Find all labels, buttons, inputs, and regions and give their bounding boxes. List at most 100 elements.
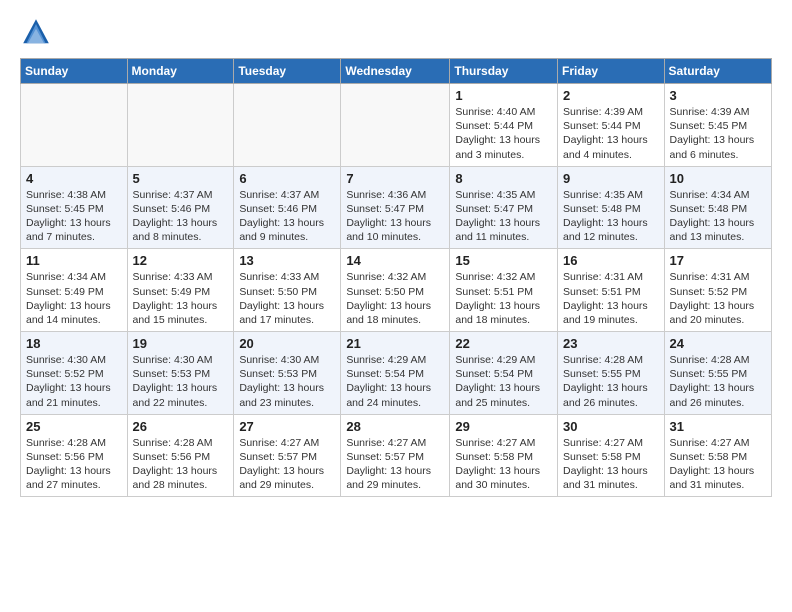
day-number: 6 [239, 171, 335, 186]
calendar-row: 25 Sunrise: 4:28 AM Sunset: 5:56 PM Dayli… [21, 414, 772, 497]
day-number: 20 [239, 336, 335, 351]
calendar-cell: 2 Sunrise: 4:39 AM Sunset: 5:44 PM Daylig… [558, 84, 665, 167]
day-info: Sunrise: 4:31 AM Sunset: 5:52 PM Dayligh… [670, 270, 766, 327]
calendar-cell: 28Sunrise: 4:27 AM Sunset: 5:57 PM Dayli… [341, 414, 450, 497]
logo [20, 16, 56, 48]
day-number: 26 [133, 419, 229, 434]
day-number: 5 [133, 171, 229, 186]
day-info: Sunrise: 4:32 AM Sunset: 5:50 PM Dayligh… [346, 270, 444, 327]
day-number: 14 [346, 253, 444, 268]
header-cell-thursday: Thursday [450, 59, 558, 84]
day-info: Sunrise: 4:28 AM Sunset: 5:55 PM Dayligh… [670, 353, 766, 410]
day-info: Sunrise: 4:36 AM Sunset: 5:47 PM Dayligh… [346, 188, 444, 245]
day-info: Sunrise: 4:35 AM Sunset: 5:47 PM Dayligh… [455, 188, 552, 245]
day-number: 7 [346, 171, 444, 186]
calendar-cell: 23 Sunrise: 4:28 AM Sunset: 5:55 PM Dayli… [558, 332, 665, 415]
calendar-table: SundayMondayTuesdayWednesdayThursdayFrid… [20, 58, 772, 497]
day-info: Sunrise: 4:35 AM Sunset: 5:48 PM Dayligh… [563, 188, 659, 245]
day-number: 2 [563, 88, 659, 103]
calendar-cell: 26 Sunrise: 4:28 AM Sunset: 5:56 PM Dayli… [127, 414, 234, 497]
day-info: Sunrise: 4:39 AM Sunset: 5:44 PM Dayligh… [563, 105, 659, 162]
day-number: 11 [26, 253, 122, 268]
day-info: Sunrise: 4:28 AM Sunset: 5:56 PM Dayligh… [133, 436, 229, 493]
day-number: 13 [239, 253, 335, 268]
day-info: Sunrise: 4:37 AM Sunset: 5:46 PM Dayligh… [133, 188, 229, 245]
calendar-cell: 27 Sunrise: 4:27 AM Sunset: 5:57 PM Dayli… [234, 414, 341, 497]
calendar-cell: 16Sunrise: 4:31 AM Sunset: 5:51 PM Dayli… [558, 249, 665, 332]
day-number: 31 [670, 419, 766, 434]
day-info: Sunrise: 4:31 AM Sunset: 5:51 PM Dayligh… [563, 270, 659, 327]
calendar-cell [127, 84, 234, 167]
day-number: 23 [563, 336, 659, 351]
day-number: 29 [455, 419, 552, 434]
calendar-cell: 14 Sunrise: 4:32 AM Sunset: 5:50 PM Dayli… [341, 249, 450, 332]
calendar-cell: 13 Sunrise: 4:33 AM Sunset: 5:50 PM Dayli… [234, 249, 341, 332]
calendar-row: 18 Sunrise: 4:30 AM Sunset: 5:52 PM Dayli… [21, 332, 772, 415]
day-info: Sunrise: 4:32 AM Sunset: 5:51 PM Dayligh… [455, 270, 552, 327]
calendar-cell: 11 Sunrise: 4:34 AM Sunset: 5:49 PM Dayli… [21, 249, 128, 332]
calendar-cell: 15 Sunrise: 4:32 AM Sunset: 5:51 PM Dayli… [450, 249, 558, 332]
calendar-cell: 18 Sunrise: 4:30 AM Sunset: 5:52 PM Dayli… [21, 332, 128, 415]
day-info: Sunrise: 4:27 AM Sunset: 5:58 PM Dayligh… [670, 436, 766, 493]
day-number: 30 [563, 419, 659, 434]
day-info: Sunrise: 4:33 AM Sunset: 5:50 PM Dayligh… [239, 270, 335, 327]
day-info: Sunrise: 4:29 AM Sunset: 5:54 PM Dayligh… [455, 353, 552, 410]
calendar-cell: 7 Sunrise: 4:36 AM Sunset: 5:47 PM Daylig… [341, 166, 450, 249]
calendar-cell: 4 Sunrise: 4:38 AM Sunset: 5:45 PM Daylig… [21, 166, 128, 249]
day-number: 9 [563, 171, 659, 186]
header-cell-sunday: Sunday [21, 59, 128, 84]
day-number: 17 [670, 253, 766, 268]
calendar-cell: 25Sunrise: 4:28 AM Sunset: 5:56 PM Dayli… [21, 414, 128, 497]
day-info: Sunrise: 4:30 AM Sunset: 5:53 PM Dayligh… [133, 353, 229, 410]
calendar-cell: 1 Sunrise: 4:40 AM Sunset: 5:44 PM Daylig… [450, 84, 558, 167]
calendar-cell: 3 Sunrise: 4:39 AM Sunset: 5:45 PM Daylig… [664, 84, 771, 167]
calendar-cell: 17 Sunrise: 4:31 AM Sunset: 5:52 PM Dayli… [664, 249, 771, 332]
day-info: Sunrise: 4:30 AM Sunset: 5:52 PM Dayligh… [26, 353, 122, 410]
calendar-cell: 6Sunrise: 4:37 AM Sunset: 5:46 PM Daylig… [234, 166, 341, 249]
day-number: 3 [670, 88, 766, 103]
header-row: SundayMondayTuesdayWednesdayThursdayFrid… [21, 59, 772, 84]
day-number: 4 [26, 171, 122, 186]
calendar-row: 11 Sunrise: 4:34 AM Sunset: 5:49 PM Dayli… [21, 249, 772, 332]
day-number: 25 [26, 419, 122, 434]
day-number: 24 [670, 336, 766, 351]
calendar-cell: 20 Sunrise: 4:30 AM Sunset: 5:53 PM Dayli… [234, 332, 341, 415]
day-number: 10 [670, 171, 766, 186]
day-info: Sunrise: 4:34 AM Sunset: 5:49 PM Dayligh… [26, 270, 122, 327]
calendar-page: SundayMondayTuesdayWednesdayThursdayFrid… [0, 0, 792, 612]
header-cell-saturday: Saturday [664, 59, 771, 84]
calendar-cell: 21Sunrise: 4:29 AM Sunset: 5:54 PM Dayli… [341, 332, 450, 415]
calendar-cell: 31 Sunrise: 4:27 AM Sunset: 5:58 PM Dayli… [664, 414, 771, 497]
day-info: Sunrise: 4:30 AM Sunset: 5:53 PM Dayligh… [239, 353, 335, 410]
calendar-cell [341, 84, 450, 167]
day-number: 21 [346, 336, 444, 351]
day-info: Sunrise: 4:40 AM Sunset: 5:44 PM Dayligh… [455, 105, 552, 162]
calendar-cell [234, 84, 341, 167]
day-info: Sunrise: 4:34 AM Sunset: 5:48 PM Dayligh… [670, 188, 766, 245]
day-info: Sunrise: 4:28 AM Sunset: 5:55 PM Dayligh… [563, 353, 659, 410]
header-cell-friday: Friday [558, 59, 665, 84]
day-number: 27 [239, 419, 335, 434]
day-info: Sunrise: 4:38 AM Sunset: 5:45 PM Dayligh… [26, 188, 122, 245]
day-info: Sunrise: 4:33 AM Sunset: 5:49 PM Dayligh… [133, 270, 229, 327]
calendar-row: 4 Sunrise: 4:38 AM Sunset: 5:45 PM Daylig… [21, 166, 772, 249]
header-cell-monday: Monday [127, 59, 234, 84]
day-info: Sunrise: 4:27 AM Sunset: 5:57 PM Dayligh… [346, 436, 444, 493]
calendar-cell: 10 Sunrise: 4:34 AM Sunset: 5:48 PM Dayli… [664, 166, 771, 249]
calendar-cell: 8 Sunrise: 4:35 AM Sunset: 5:47 PM Daylig… [450, 166, 558, 249]
day-info: Sunrise: 4:27 AM Sunset: 5:57 PM Dayligh… [239, 436, 335, 493]
page-header [20, 16, 772, 48]
day-number: 12 [133, 253, 229, 268]
day-info: Sunrise: 4:39 AM Sunset: 5:45 PM Dayligh… [670, 105, 766, 162]
calendar-cell: 22 Sunrise: 4:29 AM Sunset: 5:54 PM Dayli… [450, 332, 558, 415]
day-number: 22 [455, 336, 552, 351]
day-number: 19 [133, 336, 229, 351]
day-number: 15 [455, 253, 552, 268]
calendar-row: 1 Sunrise: 4:40 AM Sunset: 5:44 PM Daylig… [21, 84, 772, 167]
day-number: 18 [26, 336, 122, 351]
day-info: Sunrise: 4:27 AM Sunset: 5:58 PM Dayligh… [563, 436, 659, 493]
calendar-cell: 9 Sunrise: 4:35 AM Sunset: 5:48 PM Daylig… [558, 166, 665, 249]
calendar-cell: 12 Sunrise: 4:33 AM Sunset: 5:49 PM Dayli… [127, 249, 234, 332]
day-number: 1 [455, 88, 552, 103]
day-number: 8 [455, 171, 552, 186]
